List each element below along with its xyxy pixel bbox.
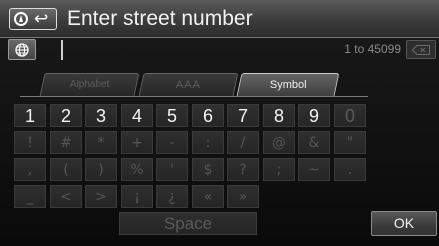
key-row1-9[interactable]: 0 — [334, 104, 366, 127]
key-row1-3[interactable]: 4 — [121, 104, 153, 127]
north-up-icon — [14, 12, 28, 26]
delete-button[interactable] — [406, 40, 436, 59]
ok-button[interactable]: OK — [371, 211, 437, 236]
key-row3-6[interactable]: ? — [227, 158, 259, 181]
key-row1-5[interactable]: 6 — [192, 104, 224, 127]
key-row4-0[interactable]: _ — [14, 185, 46, 208]
title-bar: ↩ Enter street number — [0, 0, 439, 38]
globe-icon — [15, 42, 29, 57]
page-title: Enter street number — [67, 7, 253, 30]
key-row4-3[interactable]: ¡ — [121, 185, 153, 208]
key-row2-1[interactable]: # — [50, 131, 82, 154]
key-row2-7[interactable]: @ — [263, 131, 295, 154]
key-row3-9[interactable]: . — [334, 158, 366, 181]
key-row3-4[interactable]: ' — [156, 158, 188, 181]
key-row1-8[interactable]: 9 — [298, 104, 330, 127]
range-hint: 1 to 45099 — [344, 42, 401, 56]
key-row4-6[interactable]: » — [227, 185, 259, 208]
language-button[interactable] — [8, 39, 36, 60]
key-row4-1[interactable]: < — [50, 185, 82, 208]
key-row2-2[interactable]: * — [85, 131, 117, 154]
key-row1-0[interactable]: 1 — [14, 104, 46, 127]
key-row3-0[interactable]: , — [14, 158, 46, 181]
tab-alphabet[interactable]: Alphabet — [39, 73, 140, 96]
tab-aaa[interactable]: AAA — [138, 73, 239, 96]
key-row2-0[interactable]: ! — [14, 131, 46, 154]
key-row1-1[interactable]: 2 — [50, 104, 82, 127]
key-row2-9[interactable]: " — [334, 131, 366, 154]
street-number-entry-screen: ↩ Enter street number 1 to 45099 Alphabe… — [0, 0, 439, 246]
key-row2-5[interactable]: : — [192, 131, 224, 154]
delete-icon — [412, 44, 430, 55]
back-button[interactable]: ↩ — [9, 8, 57, 30]
key-row2-8[interactable]: & — [298, 131, 330, 154]
key-row3-8[interactable]: ~ — [298, 158, 330, 181]
key-row1-4[interactable]: 5 — [156, 104, 188, 127]
key-row2-3[interactable]: + — [121, 131, 153, 154]
key-row4-2[interactable]: > — [85, 185, 117, 208]
key-row4-5[interactable]: « — [192, 185, 224, 208]
key-row2-6[interactable]: / — [227, 131, 259, 154]
key-row3-7[interactable]: ; — [263, 158, 295, 181]
key-row1-7[interactable]: 8 — [263, 104, 295, 127]
key-row2-4[interactable]: - — [156, 131, 188, 154]
key-row4-4[interactable]: ¿ — [156, 185, 188, 208]
key-row1-6[interactable]: 7 — [227, 104, 259, 127]
text-cursor[interactable] — [61, 40, 63, 60]
tab-underline — [20, 96, 368, 97]
key-row3-5[interactable]: $ — [192, 158, 224, 181]
key-row1-2[interactable]: 3 — [85, 104, 117, 127]
back-arrow-icon: ↩ — [34, 9, 49, 29]
tab-symbol[interactable]: Symbol — [236, 73, 340, 96]
space-key[interactable]: Space — [119, 212, 257, 235]
key-row3-1[interactable]: ( — [50, 158, 82, 181]
key-row3-3[interactable]: % — [121, 158, 153, 181]
key-row3-2[interactable]: ) — [85, 158, 117, 181]
